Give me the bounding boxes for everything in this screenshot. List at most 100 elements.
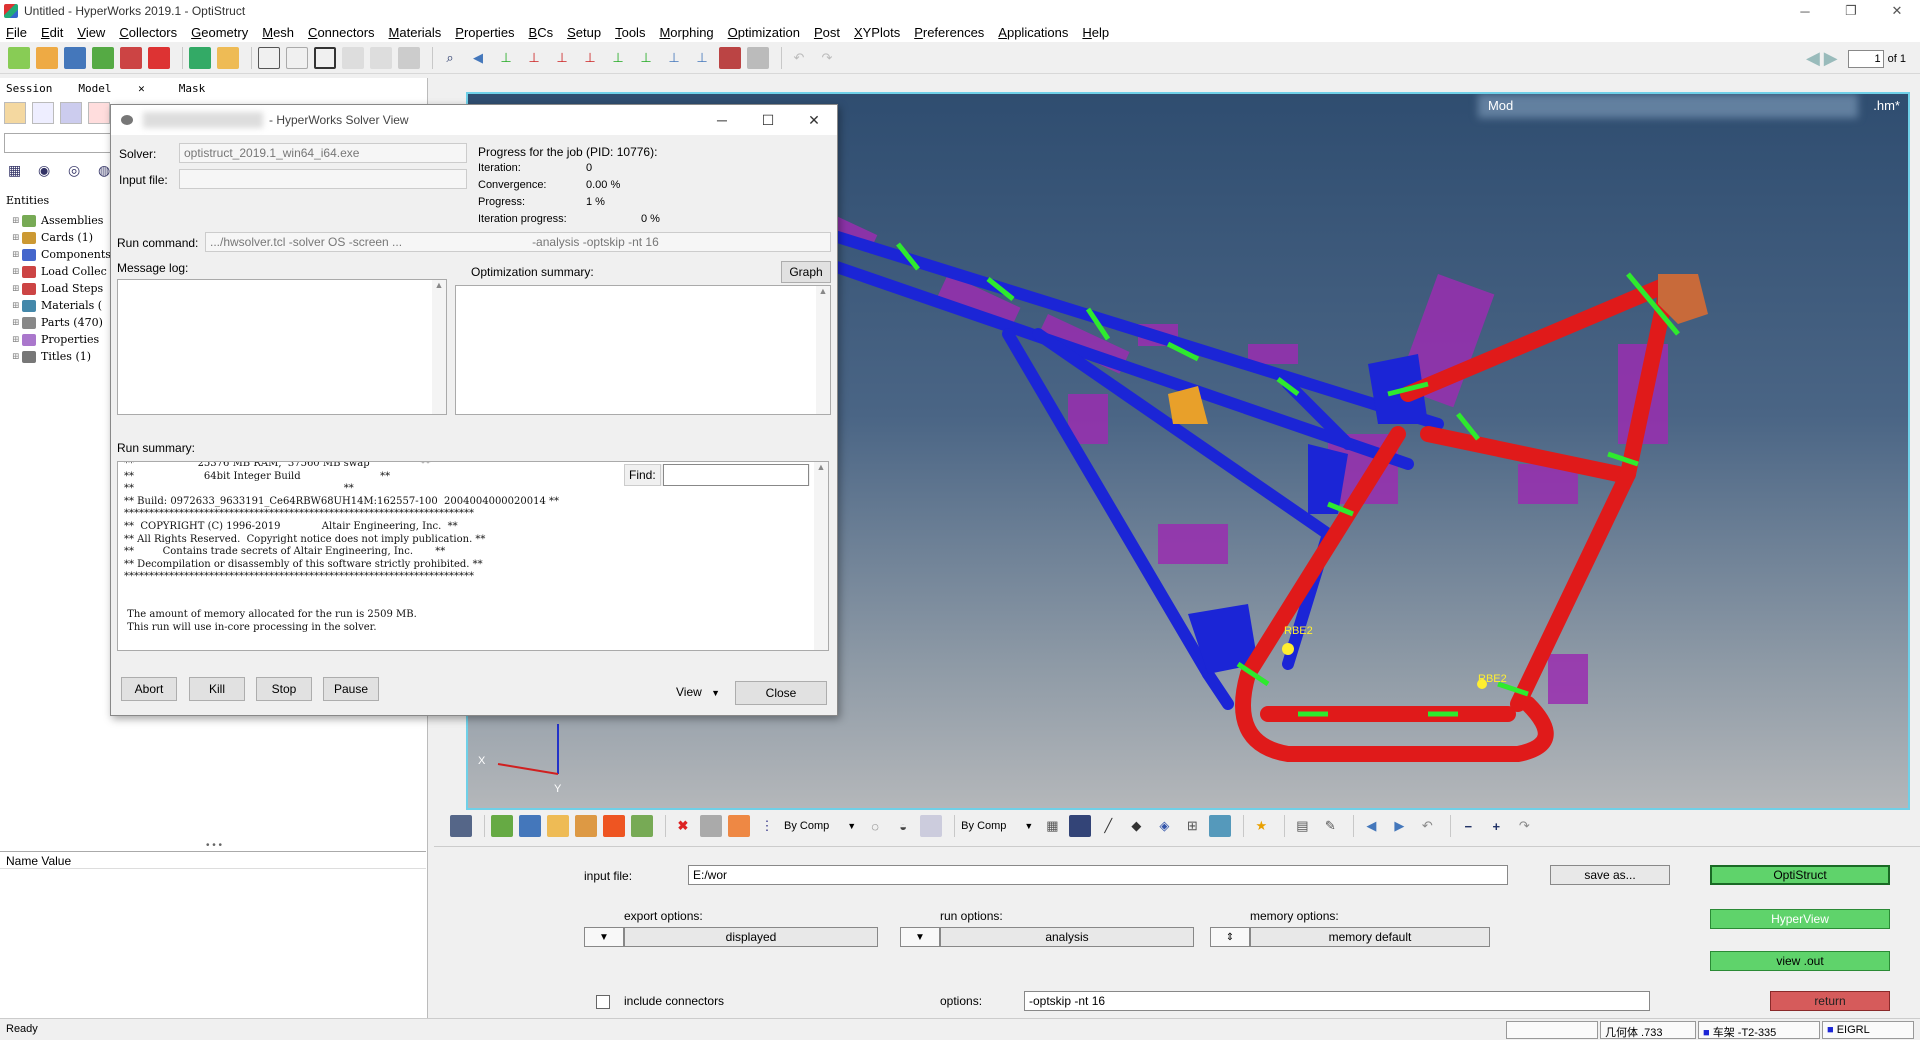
find-input[interactable] xyxy=(662,464,809,486)
menu-applications[interactable]: Applications xyxy=(998,25,1068,40)
open-model-icon[interactable] xyxy=(36,46,58,69)
cube-icon[interactable] xyxy=(700,815,722,837)
menu-setup[interactable]: Setup xyxy=(567,25,601,40)
abort-button[interactable]: Abort xyxy=(121,677,177,701)
wireframe-icon[interactable]: ▦ xyxy=(1041,815,1063,837)
close-button[interactable]: Close xyxy=(735,681,827,705)
browser-view-icon[interactable] xyxy=(4,102,26,124)
window-icon[interactable] xyxy=(314,46,336,69)
box-icon[interactable] xyxy=(920,815,943,837)
close-tab-icon[interactable]: ✕ xyxy=(132,82,145,95)
menu-view[interactable]: View xyxy=(77,25,105,40)
mask-icon[interactable] xyxy=(631,815,653,837)
optimization-scrollbar[interactable]: ▲ xyxy=(816,286,830,414)
tree-item[interactable]: ⊞ Cards (1) xyxy=(12,229,111,246)
menu-file[interactable]: File xyxy=(6,25,27,40)
expand-icon[interactable]: ⊞ xyxy=(12,352,22,362)
import-icon[interactable] xyxy=(92,46,114,69)
find-icon[interactable] xyxy=(728,815,750,837)
tab-mask[interactable]: Mask xyxy=(173,82,206,98)
folder-icon[interactable] xyxy=(217,46,239,69)
kill-button[interactable]: Kill xyxy=(189,677,245,701)
split-icon[interactable]: ⋮ xyxy=(756,815,778,837)
return-button[interactable]: return xyxy=(1770,991,1890,1011)
export-icon[interactable] xyxy=(120,46,142,69)
folder-icon[interactable] xyxy=(547,815,569,837)
menu-mesh[interactable]: Mesh xyxy=(262,25,294,40)
graph-button[interactable]: Graph xyxy=(781,261,831,283)
color-by-dropdown-1[interactable]: By Comp ▼ xyxy=(784,820,856,832)
save-as-button[interactable]: save as... xyxy=(1550,865,1670,885)
display-icon[interactable] xyxy=(747,46,769,69)
star-icon[interactable]: ★ xyxy=(1250,815,1272,837)
menu-xyplots[interactable]: XYPlots xyxy=(854,25,900,40)
save-model-icon[interactable] xyxy=(64,46,86,69)
menu-connectors[interactable]: Connectors xyxy=(308,25,374,40)
view-xy-icon[interactable]: ⊥ xyxy=(495,47,517,69)
tree-item[interactable]: ⊞ Titles (1) xyxy=(12,348,111,365)
menu-properties[interactable]: Properties xyxy=(455,25,514,40)
expand-icon[interactable]: ⊞ xyxy=(12,318,22,328)
panel-icon[interactable]: ▤ xyxy=(1291,815,1313,837)
next-page-icon[interactable]: ▶ xyxy=(1824,48,1838,69)
close-window-button[interactable]: ✕ xyxy=(1874,0,1920,22)
wrench-icon[interactable]: ✎ xyxy=(1319,815,1341,837)
view-top-icon[interactable]: ⊥ xyxy=(663,47,685,69)
run-options-value[interactable]: analysis xyxy=(940,927,1194,947)
component-display-icon[interactable] xyxy=(491,815,513,837)
tab-model[interactable]: Model ✕ xyxy=(66,82,158,98)
view-iso-icon[interactable]: ⊥ xyxy=(579,47,601,69)
user-icon[interactable] xyxy=(189,46,211,69)
undo-icon[interactable]: ↶ xyxy=(788,47,810,69)
menu-geometry[interactable]: Geometry xyxy=(191,25,248,40)
minimize-button[interactable]: ─ xyxy=(1782,0,1828,22)
capture-icon[interactable] xyxy=(286,46,308,69)
tree-item[interactable]: ⊞ Assemblies xyxy=(12,212,111,229)
view-out-button[interactable]: view .out xyxy=(1710,951,1890,971)
menu-edit[interactable]: Edit xyxy=(41,25,63,40)
restore-button[interactable]: ❐ xyxy=(1828,0,1874,22)
view-front-icon[interactable]: ⊥ xyxy=(607,47,629,69)
menu-bcs[interactable]: BCs xyxy=(529,25,554,40)
view-side-icon[interactable]: ⊥ xyxy=(635,47,657,69)
screenshot-icon[interactable] xyxy=(258,46,280,69)
package-icon[interactable] xyxy=(575,815,597,837)
memory-options-value[interactable]: memory default xyxy=(1250,927,1490,947)
zoom-out-icon[interactable]: − xyxy=(1457,815,1479,837)
tree-item[interactable]: ⊞ Components xyxy=(12,246,111,263)
color-by-dropdown-2[interactable]: By Comp ▼ xyxy=(961,820,1033,832)
section-icon[interactable]: ◈ xyxy=(1153,815,1175,837)
expand-icon[interactable]: ⊞ xyxy=(12,250,22,260)
include-connectors-checkbox[interactable] xyxy=(596,995,610,1009)
plane-icon[interactable]: ◆ xyxy=(1125,815,1147,837)
reset-view-icon[interactable]: ↷ xyxy=(1513,815,1535,837)
export-options-value[interactable]: displayed xyxy=(624,927,878,947)
arrow-right-icon[interactable]: ▶ xyxy=(1388,815,1410,837)
view-dropdown[interactable]: View ▼ xyxy=(676,685,720,699)
tab-session[interactable]: Session xyxy=(0,82,52,98)
hyperview-button[interactable]: HyperView xyxy=(1710,909,1890,929)
lasso-icon[interactable]: ◌ xyxy=(864,815,886,837)
stop-button[interactable]: Stop xyxy=(256,677,312,701)
assembly-icon[interactable] xyxy=(519,815,541,837)
browser-component-icon[interactable] xyxy=(60,102,82,124)
menu-materials[interactable]: Materials xyxy=(389,25,442,40)
expand-icon[interactable]: ⊞ xyxy=(12,284,22,294)
message-log-box[interactable]: ▲ xyxy=(117,279,447,415)
entity-view-icon[interactable]: ▦ xyxy=(8,162,28,182)
expand-icon[interactable]: ⊞ xyxy=(12,267,22,277)
solver-close-icon[interactable]: ✕ xyxy=(791,105,837,135)
grid-icon[interactable]: ⊞ xyxy=(1181,815,1203,837)
rotate-icon[interactable]: ↶ xyxy=(1416,815,1438,837)
hide-icon[interactable]: ◎ xyxy=(68,162,88,182)
layout-icon[interactable] xyxy=(342,46,364,69)
delete-icon[interactable]: ✖ xyxy=(672,815,694,837)
shade-icon[interactable]: ◒ xyxy=(892,815,914,837)
redo-icon[interactable]: ↷ xyxy=(816,47,838,69)
show-icon[interactable]: ◉ xyxy=(38,162,58,182)
export-options-toggle[interactable]: ▼ xyxy=(584,927,624,947)
monitor-icon[interactable] xyxy=(1209,815,1232,837)
input-file-input[interactable]: E:/wor xyxy=(688,865,1508,885)
camera-icon[interactable] xyxy=(719,46,741,69)
menu-optimization[interactable]: Optimization xyxy=(728,25,800,40)
